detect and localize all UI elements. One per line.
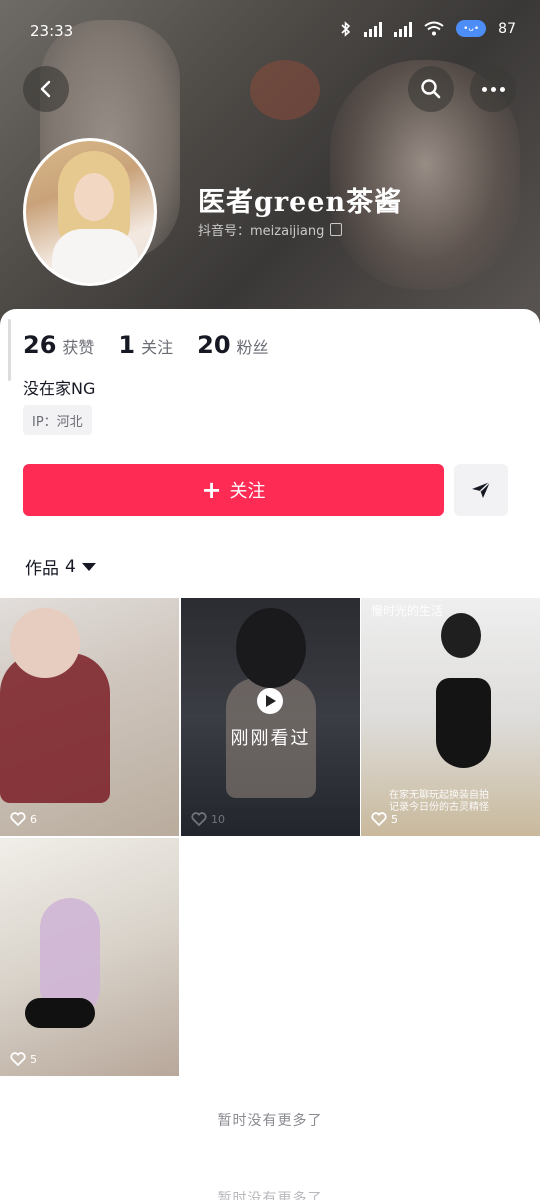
scroll-indicator: [8, 319, 11, 381]
share-icon: [472, 481, 491, 498]
signal-icon: [364, 21, 383, 37]
thumbnail-figure: [441, 613, 481, 658]
battery-saver-icon: •ᴗ•: [456, 20, 487, 37]
copy-icon[interactable]: [330, 223, 343, 236]
like-count: 10: [191, 812, 225, 826]
video-thumbnail[interactable]: 5: [0, 838, 179, 1076]
back-button[interactable]: [23, 66, 69, 112]
status-icons: •ᴗ• 87: [340, 20, 516, 37]
like-count: 5: [371, 812, 398, 826]
stat-value: 26: [23, 331, 57, 359]
status-time: 23:33: [30, 22, 74, 40]
heart-icon: [371, 812, 387, 826]
stat-value: 20: [197, 331, 231, 359]
thumbnail-figure: [436, 678, 491, 768]
video-thumbnail[interactable]: 6: [0, 598, 179, 836]
like-count: 6: [10, 812, 37, 826]
faded-footer-text: 暂时没有更多了: [217, 1191, 323, 1200]
bio: 没在家NG: [23, 379, 96, 398]
more-button[interactable]: [470, 66, 516, 112]
stat-label: 关注: [141, 338, 174, 357]
stat-likes[interactable]: 26 获赞: [23, 331, 94, 359]
more-icon: [481, 86, 505, 92]
wifi-icon: [424, 21, 444, 36]
like-count-value: 10: [211, 812, 225, 826]
thumbnail-caption: 在家无聊玩起换装自拍 记录今日份的古灵精怪: [389, 790, 489, 813]
follow-button[interactable]: + 关注: [23, 464, 444, 516]
douyin-id: 抖音号：meizaijiang: [198, 220, 343, 239]
like-count-value: 6: [30, 812, 37, 826]
heart-icon: [10, 1052, 26, 1066]
header-photo-shape: [250, 60, 320, 120]
douyin-id-text: 抖音号：meizaijiang: [198, 224, 325, 239]
recently-watched-label: 刚刚看过: [230, 728, 311, 749]
thumbnail-caption: 慢时光的生活: [371, 604, 444, 618]
video-thumbnail[interactable]: 慢时光的生活 在家无聊玩起换装自拍 记录今日份的古灵精怪 5: [361, 598, 540, 836]
stat-label: 获赞: [62, 338, 95, 357]
nickname: 医者green茶酱: [198, 187, 403, 218]
back-icon: [40, 80, 51, 98]
avatar-body: [52, 229, 138, 283]
like-count-value: 5: [30, 1052, 37, 1066]
stat-value: 1: [118, 331, 136, 359]
tab-works[interactable]: 作品 4: [25, 554, 96, 579]
stat-label: 粉丝: [236, 338, 269, 357]
plus-icon: +: [201, 476, 222, 504]
avatar[interactable]: [23, 138, 157, 286]
stat-following[interactable]: 1 关注: [118, 331, 173, 359]
search-icon: [421, 79, 441, 99]
video-thumbnail[interactable]: 刚刚看过 10: [181, 598, 360, 836]
bluetooth-icon: [341, 20, 351, 37]
no-more-content-label: 暂时没有更多了: [217, 1113, 323, 1129]
follow-label: 关注: [229, 481, 266, 502]
status-bar: 23:33 •ᴗ• 87: [0, 0, 540, 60]
profile-card: 26 获赞 1 关注 20 粉丝 没在家NG IP：河北 + 关注 作品 4 6: [0, 309, 540, 1200]
thumbnail-figure: [25, 998, 95, 1028]
ip-location-tag: IP：河北: [23, 405, 92, 435]
search-button[interactable]: [408, 66, 454, 112]
play-icon: [257, 688, 283, 714]
heart-icon: [191, 812, 207, 826]
tab-works-label: 作品: [25, 559, 59, 579]
stat-followers[interactable]: 20 粉丝: [197, 331, 268, 359]
tab-works-count: 4: [65, 556, 76, 577]
chevron-down-icon: [81, 562, 96, 571]
thumbnail-figure: [10, 608, 80, 678]
like-count: 5: [10, 1052, 37, 1066]
thumbnail-figure: [236, 608, 306, 688]
share-button[interactable]: [454, 464, 508, 516]
avatar-face: [74, 173, 114, 221]
battery-level: 87: [498, 20, 516, 37]
like-count-value: 5: [391, 812, 398, 826]
stats-row: 26 获赞 1 关注 20 粉丝: [23, 331, 269, 359]
heart-icon: [10, 812, 26, 826]
signal-icon: [394, 21, 413, 37]
